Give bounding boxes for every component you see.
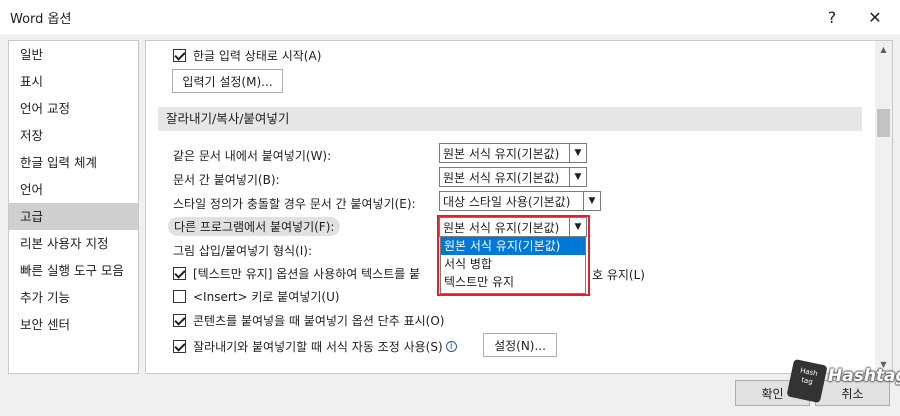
highlight-box	[437, 215, 590, 296]
sidebar-item-quick-access[interactable]: 빠른 실행 도구 모음	[9, 257, 138, 284]
advanced-options-panel: 한글 입력 상태로 시작(A) 입력기 설정(M)... 잘라내기/복사/붙여넣…	[145, 40, 893, 374]
insert-key-paste-checkbox[interactable]	[173, 290, 186, 303]
chevron-down-icon[interactable]: ▼	[569, 168, 586, 186]
paste-between-docs-select[interactable]: 원본 서식 유지(기본값) ▼	[439, 167, 587, 187]
chevron-down-icon[interactable]: ▼	[569, 144, 586, 162]
insert-paste-format-label: 그림 삽입/붙여넣기 형식(I):	[173, 244, 313, 258]
smart-cut-paste-label: 잘라내기와 붙여넣기할 때 서식 자동 조정 사용(S)	[193, 340, 443, 354]
text-only-bullets-checkbox[interactable]	[173, 267, 186, 280]
paste-style-conflict-label: 스타일 정의가 충돌할 경우 문서 간 붙여넣기(E):	[173, 197, 416, 211]
paste-same-doc-select[interactable]: 원본 서식 유지(기본값) ▼	[439, 143, 587, 163]
sidebar-item-korean-input[interactable]: 한글 입력 체계	[9, 149, 138, 176]
ime-settings-button[interactable]: 입력기 설정(M)...	[172, 69, 283, 93]
close-icon[interactable]: ✕	[855, 2, 895, 32]
paste-style-conflict-select[interactable]: 대상 스타일 사용(기본값) ▼	[439, 191, 601, 211]
paste-between-docs-label: 문서 간 붙여넣기(B):	[173, 173, 280, 187]
paste-other-programs-label: 다른 프로그램에서 붙여넣기(F):	[168, 217, 341, 236]
sidebar-item-customize-ribbon[interactable]: 리본 사용자 지정	[9, 230, 138, 257]
show-paste-options-label: 콘텐츠를 붙여넣을 때 붙여넣기 옵션 단추 표시(O)	[193, 314, 445, 328]
watermark-text: Hashtag	[828, 366, 900, 386]
smart-cut-paste-settings-button[interactable]: 설정(N)...	[483, 333, 557, 357]
smart-cut-paste-option[interactable]: 잘라내기와 붙여넣기할 때 서식 자동 조정 사용(S) i	[173, 338, 457, 355]
help-icon[interactable]: ?	[812, 2, 852, 32]
text-only-bullets-label: [텍스트만 유지] 옵션을 사용하여 텍스트를 붙	[193, 267, 421, 281]
scroll-up-icon[interactable]: ▲	[875, 41, 892, 58]
chevron-down-icon[interactable]: ▼	[583, 192, 600, 210]
korean-input-start-checkbox[interactable]	[173, 49, 186, 62]
show-paste-options-option[interactable]: 콘텐츠를 붙여넣을 때 붙여넣기 옵션 단추 표시(O)	[173, 312, 444, 329]
paste-style-conflict-value: 대상 스타일 사용(기본값)	[443, 194, 571, 209]
options-sidebar: 일반 표시 언어 교정 저장 한글 입력 체계 언어 고급 리본 사용자 지정 …	[8, 40, 139, 374]
sidebar-item-general[interactable]: 일반	[9, 41, 138, 68]
watermark-badge: Hash tag	[786, 358, 828, 404]
paste-same-doc-value: 원본 서식 유지(기본값)	[443, 146, 560, 161]
show-paste-options-checkbox[interactable]	[173, 314, 186, 327]
sidebar-item-save[interactable]: 저장	[9, 122, 138, 149]
insert-key-paste-option[interactable]: <Insert> 키로 붙여넣기(U)	[173, 288, 340, 305]
paste-between-docs-value: 원본 서식 유지(기본값)	[443, 170, 560, 185]
text-only-bullets-option[interactable]: [텍스트만 유지] 옵션을 사용하여 텍스트를 붙	[173, 265, 420, 282]
smart-cut-paste-checkbox[interactable]	[173, 340, 186, 353]
sidebar-item-proofing[interactable]: 언어 교정	[9, 95, 138, 122]
paste-same-doc-label: 같은 문서 내에서 붙여넣기(W):	[173, 149, 332, 163]
sidebar-item-advanced[interactable]: 고급	[9, 203, 138, 230]
sidebar-item-trust-center[interactable]: 보안 센터	[9, 311, 138, 338]
sidebar-item-language[interactable]: 언어	[9, 176, 138, 203]
section-title-cut-copy-paste: 잘라내기/복사/붙여넣기	[158, 107, 862, 131]
sidebar-item-addins[interactable]: 추가 기능	[9, 284, 138, 311]
korean-input-start-label: 한글 입력 상태로 시작(A)	[193, 49, 322, 63]
window-title: Word 옵션	[10, 12, 72, 27]
text-only-bullets-label-end: 호 유지(L)	[592, 268, 645, 282]
title-bar: Word 옵션 ? ✕	[0, 0, 900, 34]
korean-input-start-option[interactable]: 한글 입력 상태로 시작(A)	[173, 47, 321, 64]
info-icon[interactable]: i	[445, 341, 457, 352]
insert-key-paste-label: <Insert> 키로 붙여넣기(U)	[193, 290, 340, 304]
sidebar-item-display[interactable]: 표시	[9, 68, 138, 95]
scrollbar-thumb[interactable]	[877, 109, 890, 137]
watermark-logo: Hash tag Hashtag	[786, 356, 900, 411]
vertical-scrollbar[interactable]: ▲ ▼	[875, 41, 892, 373]
